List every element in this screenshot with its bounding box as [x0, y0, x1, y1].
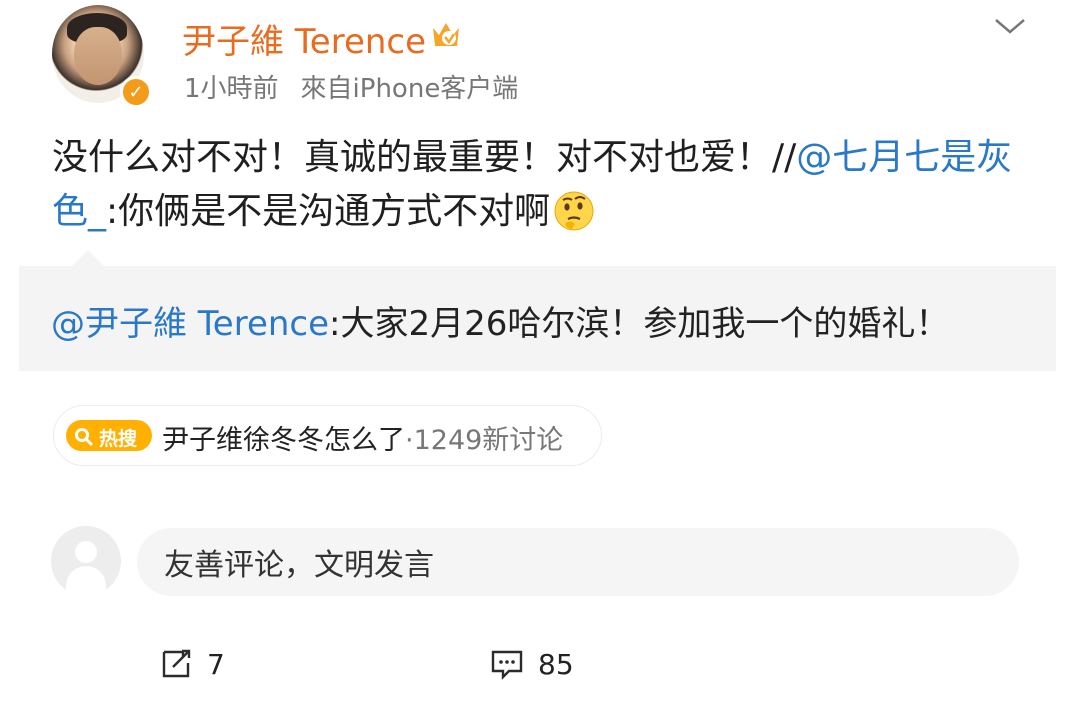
repost-button[interactable]: 7: [158, 645, 225, 681]
comment-input[interactable]: 友善评论，文明发言: [137, 528, 1019, 596]
hot-search-text[interactable]: 尹子维徐冬冬怎么了·1249新讨论: [162, 418, 563, 457]
comment-placeholder: 友善评论，文明发言: [164, 548, 434, 583]
comment-button[interactable]: 85: [489, 645, 574, 681]
post-time: 1小時前: [184, 74, 279, 104]
post-text-before: 没什么对不对！真诚的最重要！对不对也爱！//: [52, 137, 797, 178]
quoted-author-mention[interactable]: @尹子維 Terence: [51, 304, 329, 344]
vip-crown-icon: [433, 23, 459, 46]
comment-count: 85: [538, 648, 574, 681]
repost-icon: [162, 649, 191, 678]
post-meta: 1小時前 來自iPhone客户端: [184, 68, 540, 105]
search-icon: [75, 428, 94, 447]
post-source: 來自iPhone客户端: [300, 74, 519, 104]
avatar-head: [75, 541, 97, 563]
avatar-face: [74, 27, 122, 85]
repost-count: 7: [207, 648, 225, 681]
hot-search-topic: 尹子维徐冬冬怎么了: [162, 425, 405, 456]
post-text-after: :你俩是不是沟通方式不对啊: [106, 191, 551, 232]
current-user-avatar: [51, 526, 121, 596]
comment-icon: [491, 650, 523, 680]
thinking-emoji: [554, 191, 594, 231]
quoted-text: :大家2月26哈尔滨！参加我一个的婚礼！: [329, 304, 950, 344]
hot-search-count: ·1249新讨论: [405, 425, 564, 456]
post-body: 没什么对不对！真诚的最重要！对不对也爱！//@七月七是灰色_:你俩是不是沟通方式…: [52, 131, 1032, 239]
quoted-post-text: @尹子維 Terence:大家2月26哈尔滨！参加我一个的婚礼！: [51, 296, 949, 345]
verified-badge-icon: ✓: [120, 76, 152, 108]
chevron-down-icon[interactable]: [993, 15, 1027, 37]
quote-pointer: [72, 250, 104, 266]
hot-search-badge-label: 热搜: [99, 428, 138, 450]
post-header: ✓ 尹子維 Terence 1小時前 來自iPhone客户端: [0, 0, 1080, 120]
hot-search-badge: 热搜: [66, 420, 152, 451]
author-name[interactable]: 尹子維 Terence: [182, 14, 426, 63]
avatar-body: [66, 566, 106, 596]
